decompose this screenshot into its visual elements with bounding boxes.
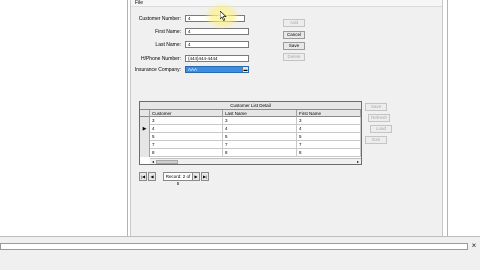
side-load-button[interactable]: Load (370, 125, 392, 133)
dropdown-arrow-icon[interactable]: ▬ (242, 67, 248, 72)
menu-file[interactable]: File (135, 0, 143, 7)
cell-last-name[interactable]: 7 (223, 141, 297, 149)
cell-first-name[interactable]: 3 (297, 117, 361, 125)
cell-first-name[interactable]: 5 (297, 133, 361, 141)
mouse-pointer-icon (220, 11, 227, 21)
cell-customer[interactable]: 5 (150, 133, 223, 141)
table-row[interactable]: ▶ 4 4 4 (140, 125, 361, 133)
cancel-button[interactable]: Cancel (283, 31, 305, 39)
first-record-button[interactable]: |◀ (139, 172, 147, 181)
table-row[interactable]: 8 8 8 (140, 149, 361, 157)
first-name-field[interactable]: 4 (185, 28, 249, 35)
column-header-customer[interactable]: Customer (150, 110, 223, 117)
close-icon[interactable]: × (470, 242, 478, 250)
cell-first-name[interactable]: 8 (297, 149, 361, 157)
table-row[interactable]: 3 3 3 (140, 117, 361, 125)
previous-record-button[interactable]: ◀ (148, 172, 156, 181)
add-button[interactable]: Add (283, 19, 305, 27)
row-selector[interactable] (140, 133, 150, 141)
cell-last-name[interactable]: 3 (223, 117, 297, 125)
row-selector[interactable] (140, 141, 150, 149)
customer-list-grid[interactable]: Customer List Detail Customer Last Name … (139, 101, 362, 165)
row-selector[interactable] (140, 117, 150, 125)
phone-field[interactable]: (444)444-4444 (185, 55, 249, 62)
customer-number-field[interactable]: 4 (185, 15, 245, 22)
cell-customer[interactable]: 4 (150, 125, 223, 133)
scrollbar-thumb[interactable] (156, 160, 178, 164)
grid-horizontal-scrollbar[interactable]: ◂ ▸ (150, 158, 361, 164)
phone-label: H/Phone Number: (140, 56, 181, 62)
delete-button[interactable]: Delete (283, 53, 305, 61)
cell-last-name[interactable]: 5 (223, 133, 297, 141)
side-exit-button[interactable]: Exit (365, 136, 387, 144)
table-row[interactable]: 7 7 7 (140, 141, 361, 149)
first-name-label: First Name: (155, 29, 181, 35)
cell-first-name[interactable]: 7 (297, 141, 361, 149)
insurance-label: Insurance Company: (134, 67, 181, 73)
column-header-first-name[interactable]: First Name (297, 110, 361, 117)
last-record-button[interactable]: ▶| (201, 172, 209, 181)
last-name-label: Last Name: (155, 42, 181, 48)
insurance-value: AAA (188, 67, 198, 72)
last-name-field[interactable]: 4 (185, 41, 249, 48)
insurance-combo[interactable]: AAA ▬ (185, 66, 249, 73)
cell-customer[interactable]: 3 (150, 117, 223, 125)
row-selector[interactable] (140, 149, 150, 157)
menu-bar: File (131, 0, 442, 7)
side-refresh-button[interactable]: Refresh (368, 114, 390, 122)
bottom-input-strip[interactable] (0, 243, 468, 250)
cell-first-name[interactable]: 4 (297, 125, 361, 133)
right-border-line (447, 0, 448, 240)
column-header-last-name[interactable]: Last Name (223, 110, 297, 117)
grid-header-row: Customer Last Name First Name (140, 110, 361, 117)
save-button[interactable]: Save (283, 42, 305, 50)
table-row[interactable]: 5 5 5 (140, 133, 361, 141)
grid-caption: Customer List Detail (140, 102, 361, 110)
current-row-arrow-icon[interactable]: ▶ (140, 125, 150, 133)
customer-number-label: Customer Number: (138, 16, 181, 22)
cell-customer[interactable]: 8 (150, 149, 223, 157)
cell-last-name[interactable]: 4 (223, 125, 297, 133)
record-navigator: |◀ ◀ Record: 2 of 5 ▶ ▶| (139, 172, 209, 186)
next-record-button[interactable]: ▶ (192, 172, 200, 181)
customer-form-window: File Customer Number: 4 First Name: 4 La… (130, 0, 443, 241)
scroll-right-icon[interactable]: ▸ (355, 159, 361, 164)
bottom-panel: × (0, 236, 480, 270)
header-row-selector (140, 110, 150, 117)
cell-last-name[interactable]: 8 (223, 149, 297, 157)
side-save-button[interactable]: Save (365, 103, 387, 111)
cell-customer[interactable]: 7 (150, 141, 223, 149)
left-border-line (127, 0, 128, 240)
record-position-text: Record: 2 of 5 (163, 172, 193, 186)
